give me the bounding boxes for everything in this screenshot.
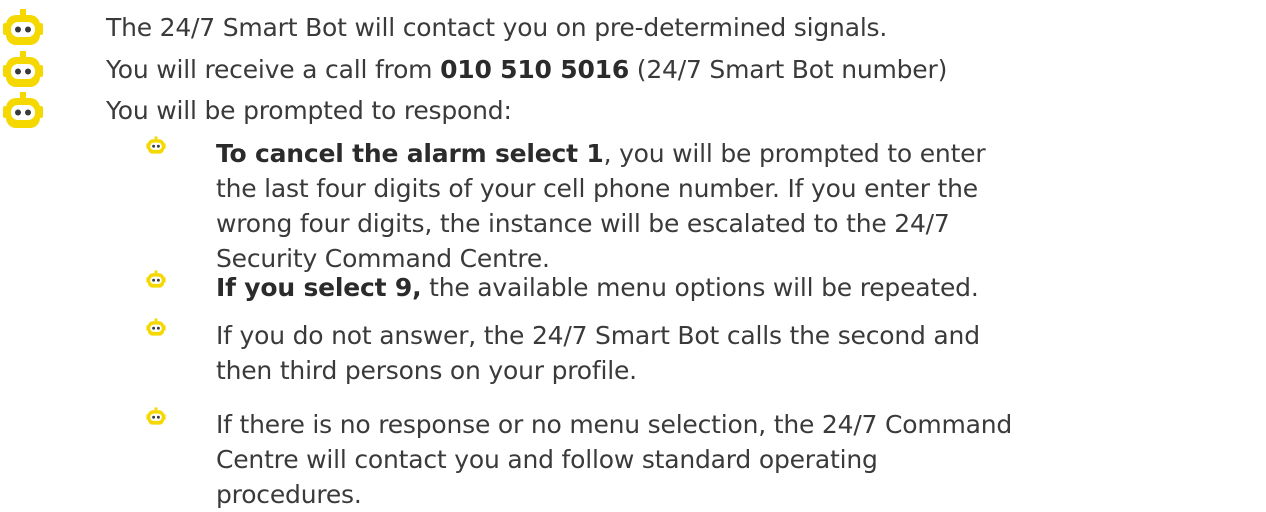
instructions-document: The 24/7 Smart Bot will contact you on p…: [0, 0, 1266, 509]
robot-head-icon: [3, 51, 43, 87]
main-list-item: The 24/7 Smart Bot will contact you on p…: [0, 9, 1266, 49]
sub-item-text: If there is no response or no menu selec…: [216, 410, 1013, 509]
sub-item-text: To cancel the alarm select 1, you will b…: [216, 139, 986, 273]
robot-head-icon: [146, 407, 166, 425]
sub-item-text: If you select 9, the available menu opti…: [216, 273, 979, 302]
main-list-item: You will be prompted to respond:: [0, 92, 1266, 132]
sub-item-text: If you do not answer, the 24/7 Smart Bot…: [216, 321, 980, 385]
robot-head-icon: [146, 136, 166, 154]
main-item-text: You will be prompted to respond:: [106, 96, 512, 125]
robot-head-icon: [146, 270, 166, 288]
main-list-item: You will receive a call from 010 510 501…: [0, 51, 1266, 91]
sub-list-item: If you select 9, the available menu opti…: [0, 270, 1266, 310]
main-item-text: You will receive a call from 010 510 501…: [106, 55, 948, 84]
sub-list-item: To cancel the alarm select 1, you will b…: [0, 136, 1266, 273]
robot-head-icon: [3, 9, 43, 45]
main-item-text: The 24/7 Smart Bot will contact you on p…: [106, 13, 888, 42]
sub-list-item: If you do not answer, the 24/7 Smart Bot…: [0, 318, 1266, 398]
sub-list-item: If there is no response or no menu selec…: [0, 407, 1266, 509]
robot-head-icon: [146, 318, 166, 336]
robot-head-icon: [3, 92, 43, 128]
